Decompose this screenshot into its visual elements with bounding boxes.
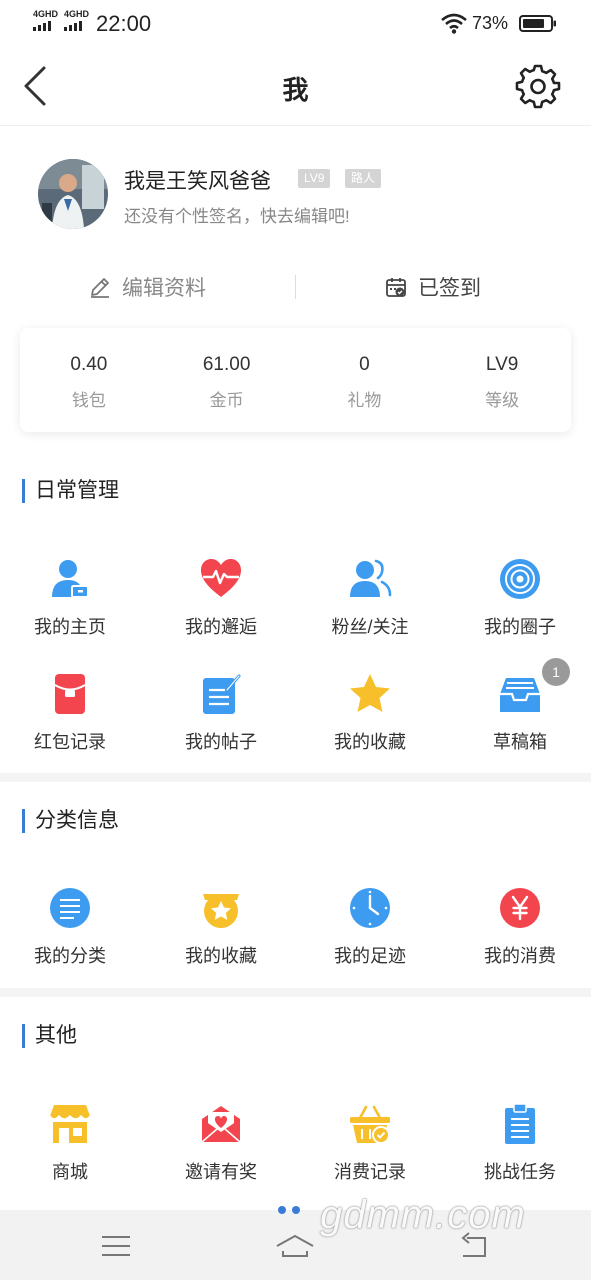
star-icon — [350, 674, 390, 712]
app-header: 我 — [0, 48, 591, 126]
edit-profile-label: 编辑资料 — [122, 277, 206, 300]
grid-item-my-categories[interactable]: 我的分类 — [10, 886, 130, 986]
sign-in-button[interactable]: 已签到 — [384, 262, 481, 312]
grid-item-label: 粉丝/关注 — [331, 617, 409, 637]
battery-icon — [519, 15, 556, 32]
clock: 22:00 — [96, 11, 152, 36]
draft-count-badge: 1 — [542, 658, 570, 686]
grid-item-drafts[interactable]: 1 草稿箱 — [460, 658, 580, 772]
pencil-icon — [91, 278, 109, 298]
signal-bars-icon — [64, 21, 89, 31]
watermark: gdmm.com — [320, 1193, 526, 1237]
stat-label: 礼物 — [347, 391, 382, 410]
grid-item-label: 我的分类 — [34, 946, 106, 966]
grid-item-my-homepage[interactable]: 我的主页 — [10, 557, 130, 657]
signal-1-label: 4GHD — [33, 9, 59, 19]
page-indicator — [278, 1206, 300, 1214]
calendar-check-icon — [386, 278, 406, 297]
red-packet-icon — [54, 674, 86, 714]
grid-item-label: 挑战任务 — [484, 1162, 556, 1182]
grid-item-category-favorites[interactable]: 我的收藏 — [161, 886, 281, 986]
grid-item-label: 邀请有奖 — [185, 1162, 257, 1182]
section-divider — [0, 988, 591, 997]
signal-2-label: 4GHD — [64, 9, 90, 19]
section-divider — [0, 773, 591, 782]
menu-icon[interactable] — [96, 1226, 136, 1266]
grid-item-label: 我的足迹 — [334, 946, 406, 966]
cell-signal-2: 4GHD — [64, 10, 89, 31]
grid-item-my-footprints[interactable]: 我的足迹 — [310, 886, 430, 986]
heartbeat-icon — [201, 559, 241, 597]
star-box-icon — [203, 894, 239, 928]
user-name: 我是王笑风爸爸 — [124, 170, 271, 193]
stat-label: 金币 — [209, 391, 244, 410]
stat-label: 钱包 — [71, 391, 106, 410]
user-home-icon — [52, 560, 89, 598]
section-title-category: 分类信息 — [22, 809, 119, 833]
grid-item-label: 我的圈子 — [484, 617, 556, 637]
stat-wallet[interactable]: 0.40 钱包 — [20, 328, 158, 432]
gear-icon[interactable] — [514, 62, 562, 110]
stat-value: 61.00 — [202, 354, 251, 375]
grid-item-my-encounters[interactable]: 我的邂逅 — [161, 557, 281, 657]
level-badge: LV9 — [298, 169, 331, 188]
grid-item-my-posts[interactable]: 我的帖子 — [161, 672, 281, 772]
signal-bars-icon — [33, 21, 58, 31]
post-edit-icon — [203, 674, 241, 714]
grid-item-fans-follow[interactable]: 粉丝/关注 — [310, 557, 430, 657]
avatar-photo — [38, 159, 108, 229]
grid-item-label: 我的邂逅 — [185, 617, 257, 637]
grid-item-shop[interactable]: 商城 — [10, 1102, 130, 1202]
profile-actions: 编辑资料 已签到 — [0, 262, 591, 312]
list-icon — [50, 888, 90, 928]
stat-coins[interactable]: 61.00 金币 — [158, 328, 296, 432]
stat-value: 0.40 — [70, 354, 108, 375]
stats-card: 0.40 钱包 61.00 金币 0 礼物 LV9 等级 — [20, 328, 571, 432]
stat-level[interactable]: LV9 等级 — [433, 328, 571, 432]
grid-item-label: 草稿箱 — [493, 732, 547, 752]
grid-item-label: 我的收藏 — [185, 946, 257, 966]
clipboard-icon — [505, 1103, 535, 1144]
avatar[interactable] — [38, 159, 108, 229]
grid-item-my-spending[interactable]: 我的消费 — [460, 886, 580, 986]
grid-item-red-packets[interactable]: 红包记录 — [10, 672, 130, 772]
status-bar: 4GHD 4GHD 22:00 73% — [0, 0, 591, 48]
grid-item-invite-reward[interactable]: 邀请有奖 — [161, 1102, 281, 1202]
wifi-icon — [441, 13, 467, 34]
stat-value: 0 — [359, 354, 370, 375]
yen-icon — [500, 888, 540, 928]
draft-box-icon — [500, 678, 540, 712]
home-icon[interactable] — [275, 1226, 315, 1266]
stat-gifts[interactable]: 0 礼物 — [296, 328, 434, 432]
user-bio: 还没有个性签名，快去编辑吧! — [124, 207, 350, 226]
invite-mail-icon — [201, 1106, 241, 1143]
grid-item-label: 我的帖子 — [185, 732, 257, 752]
clock-icon — [350, 888, 390, 928]
edit-profile-button[interactable]: 编辑资料 — [88, 262, 206, 312]
cell-signal-1: 4GHD — [33, 10, 58, 31]
section-title-daily: 日常管理 — [22, 479, 119, 503]
basket-icon — [350, 1105, 390, 1144]
title-badge: 路人 — [345, 169, 382, 188]
stat-value: LV9 — [485, 354, 519, 375]
sign-in-label: 已签到 — [418, 277, 481, 300]
grid-item-label: 我的消费 — [484, 946, 556, 966]
grid-item-my-favorites[interactable]: 我的收藏 — [310, 672, 430, 772]
grid-item-label: 商城 — [52, 1162, 88, 1182]
action-divider — [295, 275, 296, 299]
grid-item-label: 我的主页 — [34, 617, 106, 637]
grid-item-label: 我的收藏 — [334, 732, 406, 752]
circle-target-icon — [500, 559, 540, 599]
page-title: 我 — [282, 75, 309, 105]
grid-item-label: 消费记录 — [334, 1162, 406, 1182]
shop-icon — [49, 1105, 91, 1143]
grid-item-label: 红包记录 — [34, 732, 106, 752]
grid-item-challenge-tasks[interactable]: 挑战任务 — [460, 1102, 580, 1202]
grid-item-spending-records[interactable]: 消费记录 — [310, 1102, 430, 1202]
grid-item-my-circles[interactable]: 我的圈子 — [460, 557, 580, 657]
fans-icon — [350, 559, 392, 597]
stat-label: 等级 — [485, 391, 520, 410]
battery-percent: 73% — [472, 13, 509, 33]
section-title-other: 其他 — [22, 1024, 77, 1048]
